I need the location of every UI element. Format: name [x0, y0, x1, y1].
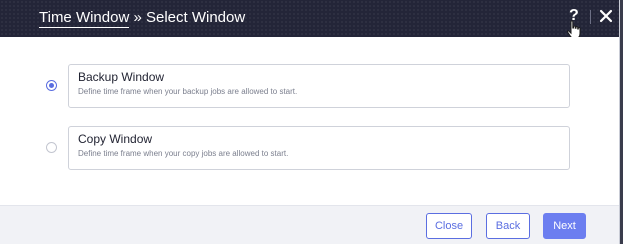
header-divider — [590, 10, 591, 24]
dialog-body — [0, 37, 619, 205]
dialog-header: Time Window » Select Window ? — [0, 0, 619, 39]
backup-window-option-card[interactable]: Backup Window Define time frame when you… — [68, 64, 570, 108]
back-button[interactable]: Back — [486, 213, 530, 239]
close-icon[interactable] — [599, 9, 613, 23]
copy-window-option-card[interactable]: Copy Window Define time frame when your … — [68, 126, 570, 170]
breadcrumb-time-window-link[interactable]: Time Window — [39, 9, 130, 28]
backup-window-description: Define time frame when your backup jobs … — [78, 87, 298, 96]
copy-window-description: Define time frame when your copy jobs ar… — [78, 149, 289, 158]
breadcrumb-current: Select Window — [145, 9, 246, 26]
close-button[interactable]: Close — [426, 213, 472, 239]
dialog-title: Time Window » Select Window — [39, 9, 246, 28]
next-button[interactable]: Next — [543, 213, 586, 239]
backup-window-title: Backup Window — [78, 70, 165, 84]
select-window-dialog: Time Window » Select Window ? Backup Win… — [0, 0, 620, 244]
breadcrumb-separator: » — [129, 9, 146, 26]
backup-window-radio[interactable] — [46, 80, 57, 91]
copy-window-title: Copy Window — [78, 132, 153, 146]
copy-window-radio[interactable] — [46, 142, 57, 153]
